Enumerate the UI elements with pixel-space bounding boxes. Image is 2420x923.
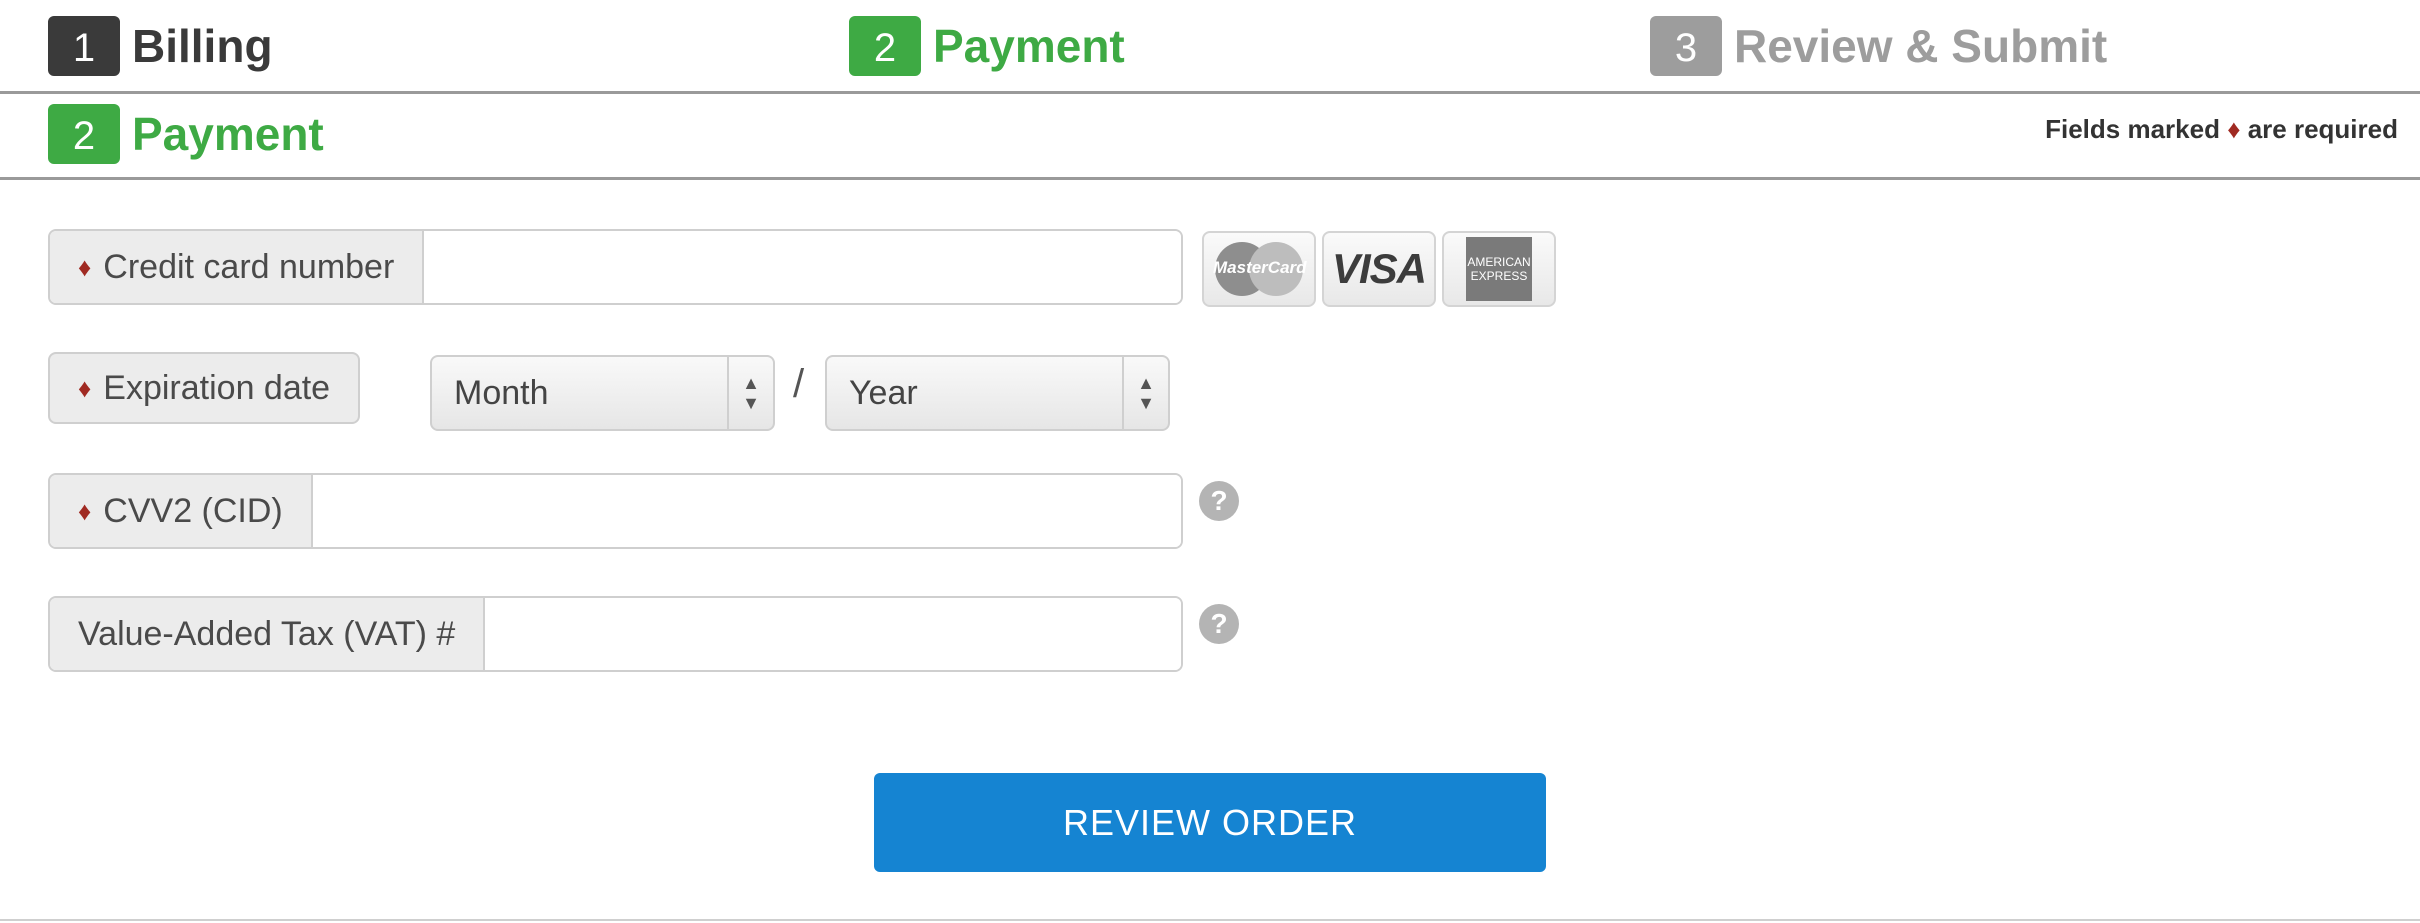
required-note-prefix: Fields marked bbox=[2045, 114, 2220, 144]
cvv-field: ♦ CVV2 (CID) bbox=[48, 473, 1183, 549]
cvv-input[interactable] bbox=[312, 475, 1181, 547]
select-arrows-icon: ▲ ▼ bbox=[727, 357, 773, 429]
visa-icon: VISA bbox=[1322, 231, 1436, 307]
section-number: 2 bbox=[48, 104, 120, 164]
step-number: 2 bbox=[849, 16, 921, 76]
credit-card-field: ♦ Credit card number bbox=[48, 229, 1183, 305]
select-arrows-icon: ▲ ▼ bbox=[1122, 357, 1168, 429]
date-separator: / bbox=[793, 362, 805, 406]
month-select-value: Month bbox=[454, 373, 549, 412]
cvv-label-text: CVV2 (CID) bbox=[103, 491, 283, 530]
mastercard-icon: MasterCard bbox=[1202, 231, 1316, 307]
vat-label: Value-Added Tax (VAT) # bbox=[50, 598, 486, 670]
step-payment[interactable]: 2 Payment bbox=[849, 16, 1125, 76]
vat-input[interactable] bbox=[485, 598, 1181, 670]
year-select-value: Year bbox=[849, 373, 918, 412]
expiration-date-label: ♦ Expiration date bbox=[48, 352, 361, 424]
expiration-date-label-text: Expiration date bbox=[103, 368, 331, 407]
step-label: Review & Submit bbox=[1734, 20, 2108, 72]
step-review-submit[interactable]: 3 Review & Submit bbox=[1650, 16, 2107, 76]
amex-line-2: EXPRESS bbox=[1470, 269, 1528, 283]
vat-field: Value-Added Tax (VAT) # bbox=[48, 596, 1183, 672]
required-marker-icon: ♦ bbox=[2227, 114, 2241, 144]
section-label: Payment bbox=[132, 108, 324, 160]
accepted-cards: MasterCard VISA AMERICAN EXPRESS bbox=[1202, 231, 1556, 307]
step-label: Payment bbox=[933, 20, 1125, 72]
mastercard-text: MasterCard bbox=[1213, 258, 1307, 277]
checkout-steps: 1 Billing 2 Payment 3 Review & Submit bbox=[0, 0, 2420, 94]
required-marker-icon: ♦ bbox=[78, 495, 92, 526]
credit-card-label-text: Credit card number bbox=[103, 247, 395, 286]
amex-logo: AMERICAN EXPRESS bbox=[1466, 237, 1532, 301]
year-select[interactable]: Year ▲ ▼ bbox=[825, 355, 1170, 431]
bottom-divider bbox=[0, 919, 2420, 921]
vat-help-icon[interactable]: ? bbox=[1199, 604, 1239, 644]
section-title: 2 Payment bbox=[48, 104, 324, 164]
section-header: 2 Payment Fields marked ♦ are required bbox=[0, 94, 2420, 180]
visa-text: VISA bbox=[1331, 245, 1427, 292]
required-note-suffix: are required bbox=[2247, 114, 2398, 144]
vat-label-text: Value-Added Tax (VAT) # bbox=[78, 614, 456, 653]
amex-line-1: AMERICAN bbox=[1467, 255, 1531, 269]
mastercard-logo: MasterCard bbox=[1213, 242, 1307, 296]
review-order-button[interactable]: REVIEW ORDER bbox=[874, 773, 1546, 872]
step-number: 1 bbox=[48, 16, 120, 76]
cvv-help-icon[interactable]: ? bbox=[1199, 481, 1239, 521]
step-number: 3 bbox=[1650, 16, 1722, 76]
required-fields-note: Fields marked ♦ are required bbox=[2045, 114, 2398, 145]
month-select[interactable]: Month ▲ ▼ bbox=[430, 355, 775, 431]
required-marker-icon: ♦ bbox=[78, 372, 92, 403]
amex-icon: AMERICAN EXPRESS bbox=[1442, 231, 1556, 307]
credit-card-input[interactable] bbox=[424, 231, 1181, 303]
required-marker-icon: ♦ bbox=[78, 251, 92, 282]
credit-card-label: ♦ Credit card number bbox=[50, 231, 425, 303]
cvv-label: ♦ CVV2 (CID) bbox=[50, 475, 313, 547]
step-label: Billing bbox=[132, 20, 273, 72]
step-billing[interactable]: 1 Billing bbox=[48, 16, 273, 76]
